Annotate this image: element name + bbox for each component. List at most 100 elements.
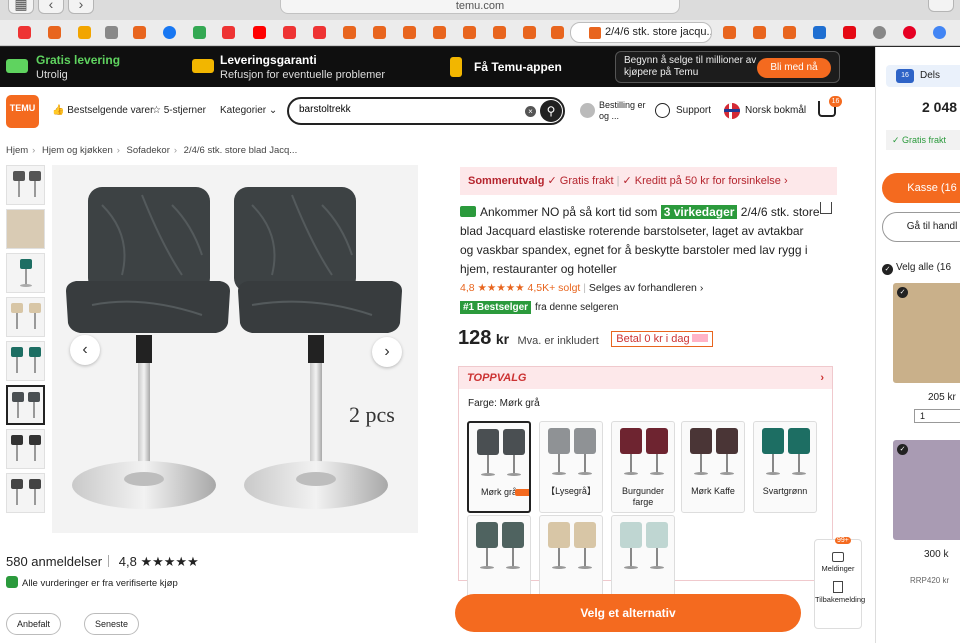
rating-row[interactable]: 4,8 ★★★★★ 4,5K+ solgt | Selges av forhan… [460, 282, 703, 294]
free-shipping-promo[interactable]: Gratis levering Utrolig [36, 53, 120, 81]
thumbnail[interactable] [6, 473, 45, 513]
swatch-pole [656, 548, 658, 566]
thumbnail[interactable] [6, 297, 45, 337]
account-orders[interactable]: Bestilling er og ... [599, 100, 649, 122]
google-icon[interactable] [933, 26, 946, 39]
youtube-icon[interactable] [253, 26, 266, 39]
favorite-icon[interactable] [78, 26, 91, 39]
breadcrumb-item[interactable]: Sofadekor [127, 145, 170, 156]
address-bar[interactable]: temu.com [280, 0, 680, 14]
cart-share-bar[interactable]: 16 Dels [886, 65, 960, 87]
netflix-icon[interactable] [843, 26, 856, 39]
favorite-icon[interactable] [463, 26, 476, 39]
top-picks-header[interactable]: TOPPVALG › [459, 367, 832, 389]
join-now-button[interactable]: Bli med nå [757, 58, 831, 78]
thumbnail[interactable] [6, 429, 45, 469]
feedback-label[interactable]: Tilbakemelding [815, 595, 865, 604]
color-swatch[interactable]: Mørk Kaffe [681, 421, 745, 513]
sidebar-toggle-button[interactable]: ▦ [8, 0, 34, 14]
checkout-button[interactable]: Kasse (16 [882, 173, 960, 203]
reviews-summary[interactable]: 580 anmeldelser 4,8 ★★★★★ [6, 554, 199, 570]
pay-later-badge[interactable]: Betal 0 kr i dag [611, 331, 713, 347]
cart-item-image[interactable]: ✓ [893, 440, 960, 540]
search-input[interactable] [299, 104, 519, 115]
free-shipping-title: Gratis levering [36, 53, 121, 67]
select-all-checkbox[interactable]: ✓ Velg alle (16 [882, 262, 951, 275]
norway-flag-icon[interactable] [724, 103, 740, 119]
summer-sale-bar[interactable]: Sommerutvalg ✓ Gratis frakt | ✓ Kreditt … [460, 167, 837, 195]
back-button[interactable]: ‹ [38, 0, 64, 14]
favorite-icon[interactable] [373, 26, 386, 39]
avatar[interactable] [580, 103, 595, 118]
forward-button[interactable]: › [68, 0, 94, 14]
favorite-icon[interactable] [783, 26, 796, 39]
favorite-icon[interactable] [403, 26, 416, 39]
favorite-icon[interactable] [343, 26, 356, 39]
favorite-icon[interactable] [753, 26, 766, 39]
go-to-cart-button[interactable]: Gå til handl [882, 212, 960, 242]
favorite-icon[interactable] [551, 26, 564, 39]
swatch-base [624, 472, 638, 475]
search-button[interactable]: ⚲ [540, 100, 562, 122]
breadcrumb-item[interactable]: Hjem og kjøkken [42, 145, 113, 156]
messages-label[interactable]: Meldinger [815, 564, 861, 573]
color-swatch[interactable]: Mørk grå [467, 421, 531, 513]
temu-logo[interactable]: TEMU [6, 95, 39, 128]
favorite-icon[interactable] [523, 26, 536, 39]
window-button[interactable] [928, 0, 954, 12]
cart-item-image[interactable]: ✓ [893, 283, 960, 383]
choose-option-button[interactable]: Velg et alternativ [455, 594, 801, 632]
share-icon[interactable] [820, 202, 832, 214]
thumbnail-selected[interactable] [6, 385, 45, 425]
delivery-guarantee-promo[interactable]: Leveringsgaranti Refusjon for eventuelle… [220, 53, 385, 81]
cart-item-quantity[interactable]: 1 [914, 409, 960, 423]
favorite-icon[interactable] [222, 26, 235, 39]
nav-five-star[interactable]: ☆ 5-stjerner [152, 105, 206, 116]
support-link[interactable]: Support [676, 105, 711, 116]
next-image-button[interactable]: › [372, 337, 402, 367]
favorite-icon[interactable] [873, 26, 886, 39]
nav-bestsellers[interactable]: 👍 Bestselgende varer [52, 105, 153, 116]
maps-icon[interactable] [193, 26, 206, 39]
favorite-icon[interactable] [493, 26, 506, 39]
breadcrumb-item[interactable]: Hjem [6, 145, 28, 156]
thumbnail[interactable] [6, 209, 45, 249]
color-swatch[interactable]: Burgunder farge [611, 421, 675, 513]
color-swatch[interactable]: Svartgrønn [753, 421, 817, 513]
check-icon[interactable]: ✓ [897, 287, 908, 298]
price-unit: kr [495, 331, 510, 347]
feedback-icon[interactable] [833, 581, 843, 593]
sort-recommended-button[interactable]: Anbefalt [6, 613, 62, 635]
favorite-icon[interactable] [48, 26, 61, 39]
favorite-icon[interactable] [433, 26, 446, 39]
seller-promo[interactable]: Begynn å selge til millioner av kjøpere … [615, 51, 840, 83]
facebook-icon[interactable] [163, 26, 176, 39]
favorite-icon[interactable] [18, 26, 31, 39]
check-icon: ✓ [882, 264, 893, 275]
favorite-icon[interactable] [133, 26, 146, 39]
pinterest-icon[interactable] [903, 26, 916, 39]
truck-icon [6, 59, 28, 73]
search-bar[interactable]: × ⚲ [287, 97, 565, 125]
chat-icon[interactable] [832, 552, 844, 562]
product-main-image[interactable]: 2 pcs ‹ › [52, 165, 418, 533]
previous-image-button[interactable]: ‹ [70, 335, 100, 365]
favorite-icon[interactable] [813, 26, 826, 39]
thumbnail[interactable] [6, 341, 45, 381]
thumbnail[interactable] [6, 165, 45, 205]
favorite-icon[interactable] [723, 26, 736, 39]
cart-sidebar: 16 Dels 2 048 ✓ Gratis frakt Kasse (16 Gå… [875, 47, 960, 643]
check-icon[interactable]: ✓ [897, 444, 908, 455]
language-selector[interactable]: Norsk bokmål [745, 105, 806, 116]
favorite-icon[interactable] [105, 26, 118, 39]
thumbnail[interactable] [6, 253, 45, 293]
sort-newest-button[interactable]: Seneste [84, 613, 140, 635]
nav-categories[interactable]: Kategorier ⌄ [220, 105, 277, 116]
favorite-icon[interactable] [283, 26, 296, 39]
support-icon[interactable] [655, 103, 670, 118]
favorite-icon[interactable] [313, 26, 326, 39]
color-swatch[interactable]: 【Lysegrå】 [539, 421, 603, 513]
app-promo[interactable]: Få Temu-appen [474, 60, 562, 74]
clear-search-icon[interactable]: × [525, 106, 536, 117]
tab-active[interactable]: 2/4/6 stk. store jacqu... [570, 22, 712, 43]
